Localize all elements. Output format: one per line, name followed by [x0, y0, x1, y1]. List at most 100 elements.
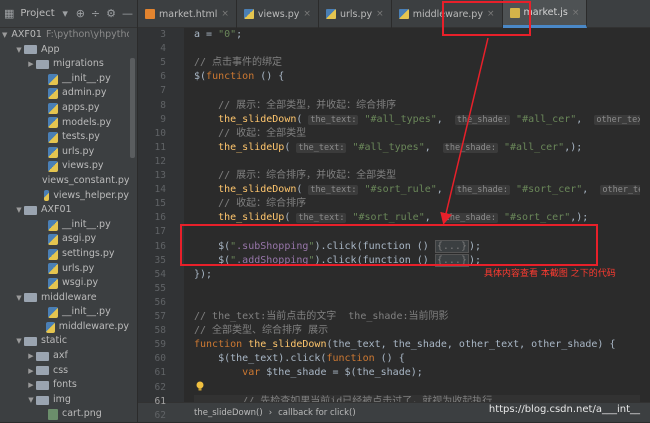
tree-label: __init__.py [62, 306, 111, 318]
tree-label: tests.py [62, 131, 100, 143]
editor-scrollbar[interactable] [640, 28, 650, 402]
tree-file[interactable]: __init__.py [0, 305, 129, 320]
tree-file[interactable]: wsgi.py [0, 276, 129, 291]
tree-file[interactable]: apps.py [0, 101, 129, 116]
close-icon[interactable]: × [572, 8, 580, 18]
tab-urls-py[interactable]: urls.py × [319, 0, 392, 28]
python-file-icon [48, 88, 58, 100]
code-line[interactable]: var $the_shade = $(the_shade); [194, 366, 650, 380]
tree-file[interactable]: views_constant.py [0, 174, 129, 189]
chevron-down-icon[interactable]: ▼ [26, 393, 36, 408]
line-number: 58 [154, 325, 166, 337]
tab-views-py[interactable]: views.py × [237, 0, 319, 28]
code-line[interactable] [194, 155, 650, 169]
tree-file[interactable]: views_helper.py [0, 189, 129, 204]
tree-folder[interactable]: ▶ migrations [0, 57, 129, 72]
chevron-right-icon[interactable]: ▶ [26, 349, 36, 364]
tree-file[interactable]: views.py [0, 159, 129, 174]
python-file-icon [48, 219, 58, 231]
code-line[interactable] [194, 84, 650, 98]
code-line[interactable]: $(function () { [194, 70, 650, 84]
tab-market-html[interactable]: market.html × [138, 0, 237, 28]
tree-file[interactable]: cart.png [0, 407, 129, 422]
breadcrumb-item[interactable]: callback for click() [278, 408, 356, 418]
line-number: 61 [154, 367, 166, 379]
line-number: 11 [154, 141, 166, 153]
code-line[interactable] [194, 42, 650, 56]
code-line[interactable]: // 点击事件的绑定 [194, 56, 650, 70]
gear-icon[interactable]: ⚙ [106, 7, 116, 20]
line-number: 15 [154, 198, 166, 210]
watermark: https://blog.csdn.net/a___int__ [488, 404, 640, 415]
line-number: 13 [154, 170, 166, 181]
line-number: 55 [154, 282, 166, 294]
tree-label: models.py [62, 116, 112, 128]
tree-file[interactable]: urls.py [0, 262, 129, 277]
project-title[interactable]: Project [20, 8, 54, 19]
code-line[interactable] [194, 296, 650, 310]
code-line[interactable]: // 先检查如果当前id已经被点击过了，就视为收起执行 [194, 394, 650, 402]
code-line[interactable]: a = "0"; [194, 28, 650, 42]
tree-folder[interactable]: ▼ middleware [0, 291, 129, 306]
sidebar-scrollbar[interactable] [130, 58, 135, 158]
tree-file[interactable]: models.py [0, 116, 129, 131]
tree-label: middleware.py [58, 320, 129, 332]
chevron-right-icon[interactable]: ▶ [26, 57, 36, 72]
tree-label: migrations [53, 58, 104, 70]
tree-root[interactable]: ▼ AXF01F:\python\yhpython [0, 28, 129, 43]
close-icon[interactable]: × [376, 9, 384, 19]
breadcrumb-item[interactable]: the_slideDown() [194, 408, 263, 418]
tree-folder[interactable]: ▶ axf [0, 349, 129, 364]
tree-folder[interactable]: ▶ css [0, 364, 129, 379]
code-line[interactable] [194, 381, 650, 395]
tree-file[interactable]: middleware.py [0, 320, 129, 335]
code-line[interactable]: the_slideDown( the_text: "#all_types", t… [194, 113, 650, 127]
dropdown-icon[interactable]: ▾ [61, 7, 70, 20]
tree-folder[interactable]: ▼ AXF01 [0, 203, 129, 218]
code-line[interactable]: // 全部类型、综合排序 展示 [194, 324, 650, 338]
python-file-icon [48, 248, 58, 260]
chevron-down-icon[interactable]: ▼ [14, 291, 24, 306]
tree-file[interactable]: settings.py [0, 247, 129, 262]
tree-label: apps.py [62, 101, 100, 113]
code-line[interactable]: // 收起：综合排序 [194, 197, 650, 211]
tree-label: urls.py [62, 145, 95, 157]
line-number: 35 [154, 254, 166, 266]
code-line[interactable]: // 展示：全部类型，并收起：综合排序 [194, 99, 650, 113]
tree-folder[interactable]: ▼ static [0, 334, 129, 349]
chevron-down-icon[interactable]: ▼ [14, 43, 24, 58]
code-line[interactable] [194, 282, 650, 296]
code-line[interactable]: // the_text:当前点击的文字 the_shade:当前阴影 [194, 310, 650, 324]
tree-file[interactable]: asgi.py [0, 232, 129, 247]
code-line[interactable]: the_slideUp( the_text: "#all_types", the… [194, 141, 650, 155]
chevron-right-icon[interactable]: ▶ [26, 378, 36, 393]
hide-icon[interactable]: — [122, 7, 133, 20]
code-editor[interactable]: a = "0"; // 点击事件的绑定 $(function () { // 展示：… [184, 28, 650, 402]
code-line[interactable]: function the_slideDown(the_text, the_sha… [194, 338, 650, 352]
tree-folder[interactable]: ▼ App [0, 43, 129, 58]
tree-label: asgi.py [62, 233, 97, 245]
close-icon[interactable]: × [303, 9, 311, 19]
tree-file[interactable]: urls.py [0, 145, 129, 160]
locate-icon[interactable]: ⊕ [76, 7, 85, 20]
python-file-icon [48, 146, 58, 158]
chevron-right-icon[interactable]: ▶ [26, 364, 36, 379]
tree-file[interactable]: __init__.py [0, 218, 129, 233]
tree-file[interactable]: admin.py [0, 86, 129, 101]
code-line[interactable]: // 展示：综合排序，并收起：全部类型 [194, 169, 650, 183]
line-number: 59 [154, 339, 166, 351]
line-number: 10 [154, 127, 166, 139]
lightbulb-icon[interactable] [195, 381, 205, 391]
chevron-down-icon[interactable]: ▼ [2, 28, 7, 43]
chevron-down-icon[interactable]: ▼ [14, 203, 24, 218]
close-icon[interactable]: × [221, 9, 229, 19]
chevron-down-icon[interactable]: ▼ [14, 334, 24, 349]
tree-file[interactable]: __init__.py [0, 72, 129, 87]
tree-folder[interactable]: ▼ img [0, 393, 129, 408]
code-line[interactable]: // 收起：全部类型 [194, 127, 650, 141]
tree-folder[interactable]: ▶ fonts [0, 378, 129, 393]
tree-file[interactable]: tests.py [0, 130, 129, 145]
code-line[interactable]: the_slideDown( the_text: "#sort_rule", t… [194, 183, 650, 197]
collapse-icon[interactable]: ÷ [91, 7, 100, 20]
code-line[interactable]: $(the_text).click(function () { [194, 352, 650, 366]
